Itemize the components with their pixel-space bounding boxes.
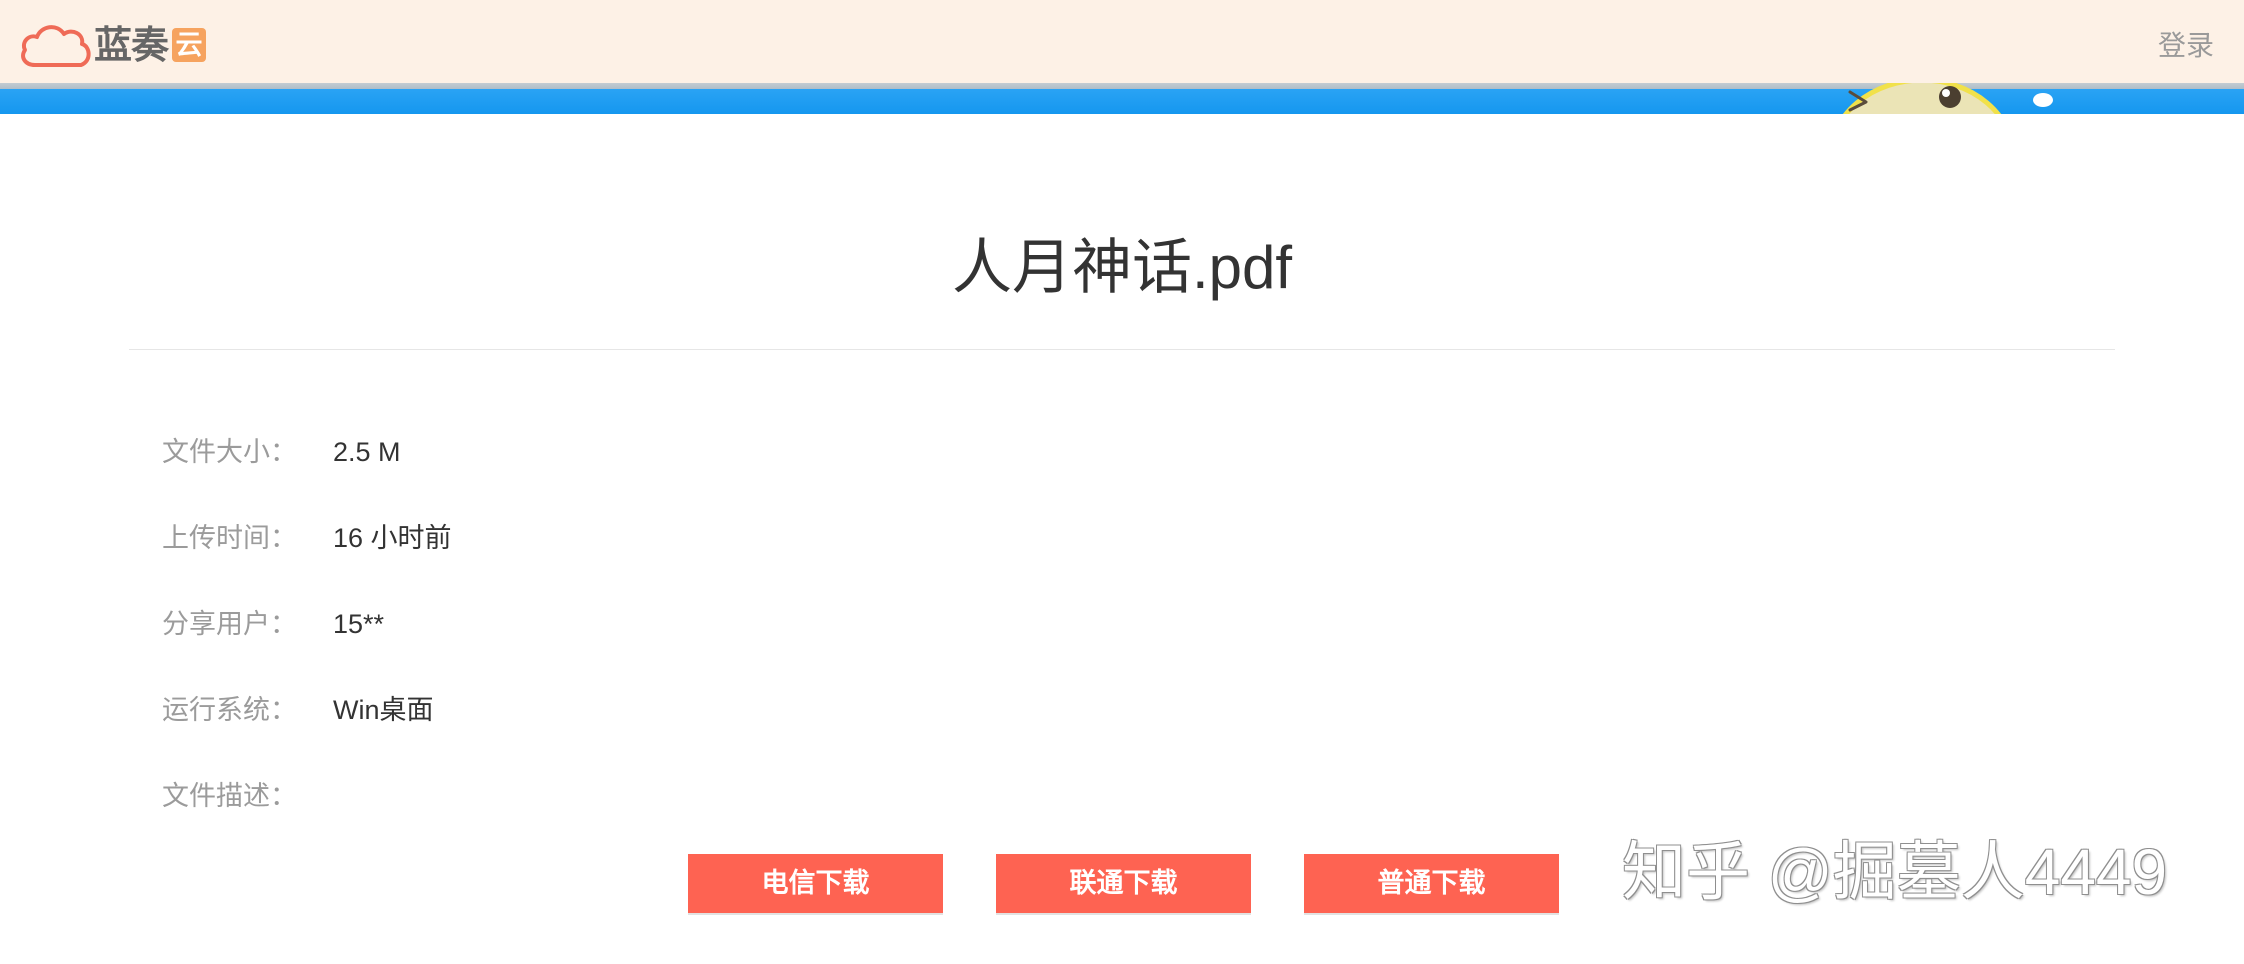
info-value: 15** bbox=[333, 609, 385, 639]
info-label: 文件大小： bbox=[162, 437, 297, 467]
title-divider bbox=[129, 349, 2115, 350]
info-label: 运行系统： bbox=[162, 695, 297, 725]
info-row-size: 文件大小： 2.5 M bbox=[0, 432, 2244, 518]
info-value: 16 小时前 bbox=[333, 523, 452, 553]
download-page: 蓝奏 云 登录 人月神话.pdf 文件大小： 2.5 M 上传时间： 16 小时… bbox=[0, 0, 2244, 964]
top-header: 蓝奏 云 登录 bbox=[0, 0, 2244, 83]
info-label: 上传时间： bbox=[162, 523, 297, 553]
mascot-graphic bbox=[1842, 80, 2053, 114]
info-row-share-user: 分享用户： 15** bbox=[0, 604, 2244, 690]
info-label: 文件描述： bbox=[162, 781, 297, 811]
watermark: 知乎 @掘墓人4449 bbox=[1622, 836, 2168, 908]
normal-download-button[interactable]: 普通下载 bbox=[1304, 854, 1559, 913]
telecom-download-button[interactable]: 电信下载 bbox=[688, 854, 943, 913]
logo-badge: 云 bbox=[172, 28, 206, 62]
login-link[interactable]: 登录 bbox=[2158, 27, 2214, 65]
file-info-list: 文件大小： 2.5 M 上传时间： 16 小时前 分享用户： 15** 运行系统… bbox=[0, 432, 2244, 862]
site-logo[interactable]: 蓝奏 云 bbox=[18, 18, 218, 70]
cloud-logo-icon bbox=[21, 25, 91, 67]
logo-name-text: 蓝奏 bbox=[94, 25, 169, 67]
info-value: 2.5 M bbox=[333, 437, 401, 467]
info-row-upload-time: 上传时间： 16 小时前 bbox=[0, 518, 2244, 604]
file-title: 人月神话.pdf bbox=[951, 234, 1293, 301]
info-row-os: 运行系统： Win桌面 bbox=[0, 690, 2244, 776]
unicom-download-button[interactable]: 联通下载 bbox=[996, 854, 1251, 913]
info-value: Win桌面 bbox=[333, 695, 434, 725]
info-label: 分享用户： bbox=[162, 609, 297, 639]
